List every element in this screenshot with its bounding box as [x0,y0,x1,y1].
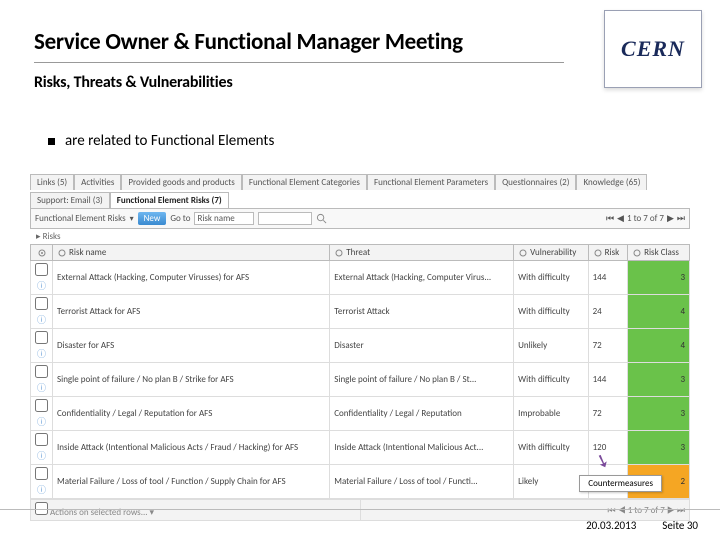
cell-risk-class: 3 [628,363,690,397]
countermeasures-callout: Countermeasures [579,475,662,492]
cell-risk-name[interactable]: Single point of failure / No plan B / St… [53,363,330,397]
embedded-screenshot: Links (5)ActivitiesProvided goods and pr… [30,174,690,521]
cell-risk-class: 4 [628,329,690,363]
page-subtitle: Risks, Threats & Vulnerabilities [34,73,680,92]
col-vulnerability[interactable]: Vulnerability [530,247,576,258]
page-title: Service Owner & Functional Manager Meeti… [34,28,463,56]
cell-risk-name[interactable]: Inside Attack (Intentional Malicious Act… [53,431,330,465]
cell-vulnerability: With difficulty [514,363,588,397]
row-checkbox[interactable] [35,263,48,276]
cell-risk: 72 [588,397,627,431]
table-row[interactable]: ⓘ Confidentiality / Legal / Reputation fo… [31,397,690,431]
gear-icon[interactable] [37,248,47,258]
goto-input[interactable] [258,212,312,225]
info-icon[interactable]: ⓘ [37,281,46,292]
cell-vulnerability: Improbable [514,397,588,431]
row-checkbox[interactable] [35,399,48,412]
bullet-icon [48,138,55,145]
cell-threat: Confidentiality / Legal / Reputation [330,397,514,431]
col-risk[interactable]: Risk [605,247,620,258]
bullet-text: are related to Functional Elements [65,132,274,150]
cell-risk-name[interactable]: External Attack (Hacking, Computer Virus… [53,261,330,295]
cell-threat: Inside Attack (Intentional Malicious Act… [330,431,514,465]
cell-threat: External Attack (Hacking, Computer Virus… [330,261,514,295]
footer-divider [0,509,720,510]
cell-threat: Material Failure / Loss of tool / Functi… [330,465,514,499]
tab[interactable]: Questionnaires (2) [495,174,576,190]
table-row[interactable]: ⓘ Single point of failure / No plan B / S… [31,363,690,397]
row-checkbox[interactable] [35,433,48,446]
search-icon[interactable] [316,213,327,224]
info-icon[interactable]: ⓘ [37,315,46,326]
info-icon[interactable]: ⓘ [37,349,46,360]
cell-risk-name[interactable]: Confidentiality / Legal / Reputation for… [53,397,330,431]
tab[interactable]: Functional Element Parameters [367,174,495,190]
table-row[interactable]: ⓘ Inside Attack (Intentional Malicious Ac… [31,431,690,465]
row-checkbox[interactable] [35,331,48,344]
cell-vulnerability: With difficulty [514,261,588,295]
cell-vulnerability: With difficulty [514,295,588,329]
cell-risk-name[interactable]: Material Failure / Loss of tool / Functi… [53,465,330,499]
pager-prev-icon[interactable]: ◀ [617,213,624,224]
cell-risk-class: 4 [628,295,690,329]
tab[interactable]: Functional Element Risks (7) [110,192,229,208]
cell-vulnerability: With difficulty [514,431,588,465]
info-icon[interactable]: ⓘ [37,417,46,428]
info-icon[interactable]: ⓘ [37,451,46,462]
cell-risk-class: 3 [628,431,690,465]
table-row[interactable]: ⓘ Terrorist Attack for AFSTerrorist Attac… [31,295,690,329]
cell-risk: 144 [588,363,627,397]
risks-table: Risk name Threat Vulnerability Risk Risk… [30,244,690,499]
new-button[interactable]: New [138,212,167,225]
cern-logo: CERN [604,10,702,88]
pager-prev-icon[interactable]: ◀ [618,505,626,516]
tab[interactable]: Functional Element Categories [242,174,367,190]
cell-risk-class: 3 [628,397,690,431]
tab[interactable]: Activities [74,174,121,190]
col-threat[interactable]: Threat [346,247,370,258]
info-icon[interactable]: ⓘ [37,383,46,394]
info-icon[interactable]: ⓘ [37,485,46,496]
tab[interactable]: Provided goods and products [121,174,241,190]
pager-first-icon[interactable]: ⏮ [608,505,616,516]
cell-threat: Single point of failure / No plan B / St… [330,363,514,397]
table-row[interactable]: ⓘ Disaster for AFSDisasterUnlikely724 [31,329,690,363]
pager-next-icon[interactable]: ▶ [667,213,674,224]
pager-next-icon[interactable]: ▶ [667,505,675,516]
cell-vulnerability: Unlikely [514,329,588,363]
table-row[interactable]: ⓘ External Attack (Hacking, Computer Viru… [31,261,690,295]
footer-page: Seite 30 [662,519,698,532]
footer-date: 20.03.2013 [586,519,636,532]
section-title: Functional Element Risks [35,213,126,224]
cell-risk-name[interactable]: Terrorist Attack for AFS [53,295,330,329]
cell-threat: Disaster [330,329,514,363]
col-risk-class[interactable]: Risk Class [644,247,679,258]
row-checkbox[interactable] [35,297,48,310]
pager-first-icon[interactable]: ⏮ [606,213,614,224]
pager-bottom-text: 1 to 7 of 7 [628,505,665,516]
goto-label: Go to [170,213,190,224]
risks-label: Risks [43,231,61,242]
cell-vulnerability: Likely [514,465,588,499]
col-risk-name[interactable]: Risk name [69,247,106,258]
bullet-item: are related to Functional Elements [48,132,720,150]
pager-text: 1 to 7 of 7 [627,213,664,224]
cell-risk: 144 [588,261,627,295]
row-checkbox[interactable] [35,467,48,480]
tab[interactable]: Knowledge (65) [576,174,647,190]
cell-risk: 72 [588,329,627,363]
divider [34,62,564,63]
cell-risk: 24 [588,295,627,329]
pager-last-icon[interactable]: ⏭ [677,213,685,224]
tab[interactable]: Links (5) [30,174,74,190]
row-checkbox[interactable] [35,365,48,378]
pager-last-icon[interactable]: ⏭ [677,505,685,516]
tab[interactable]: Support: Email (3) [30,192,110,208]
cell-threat: Terrorist Attack [330,295,514,329]
cell-risk-class: 3 [628,261,690,295]
goto-field-select[interactable]: Risk name [194,212,254,225]
cell-risk-name[interactable]: Disaster for AFS [53,329,330,363]
